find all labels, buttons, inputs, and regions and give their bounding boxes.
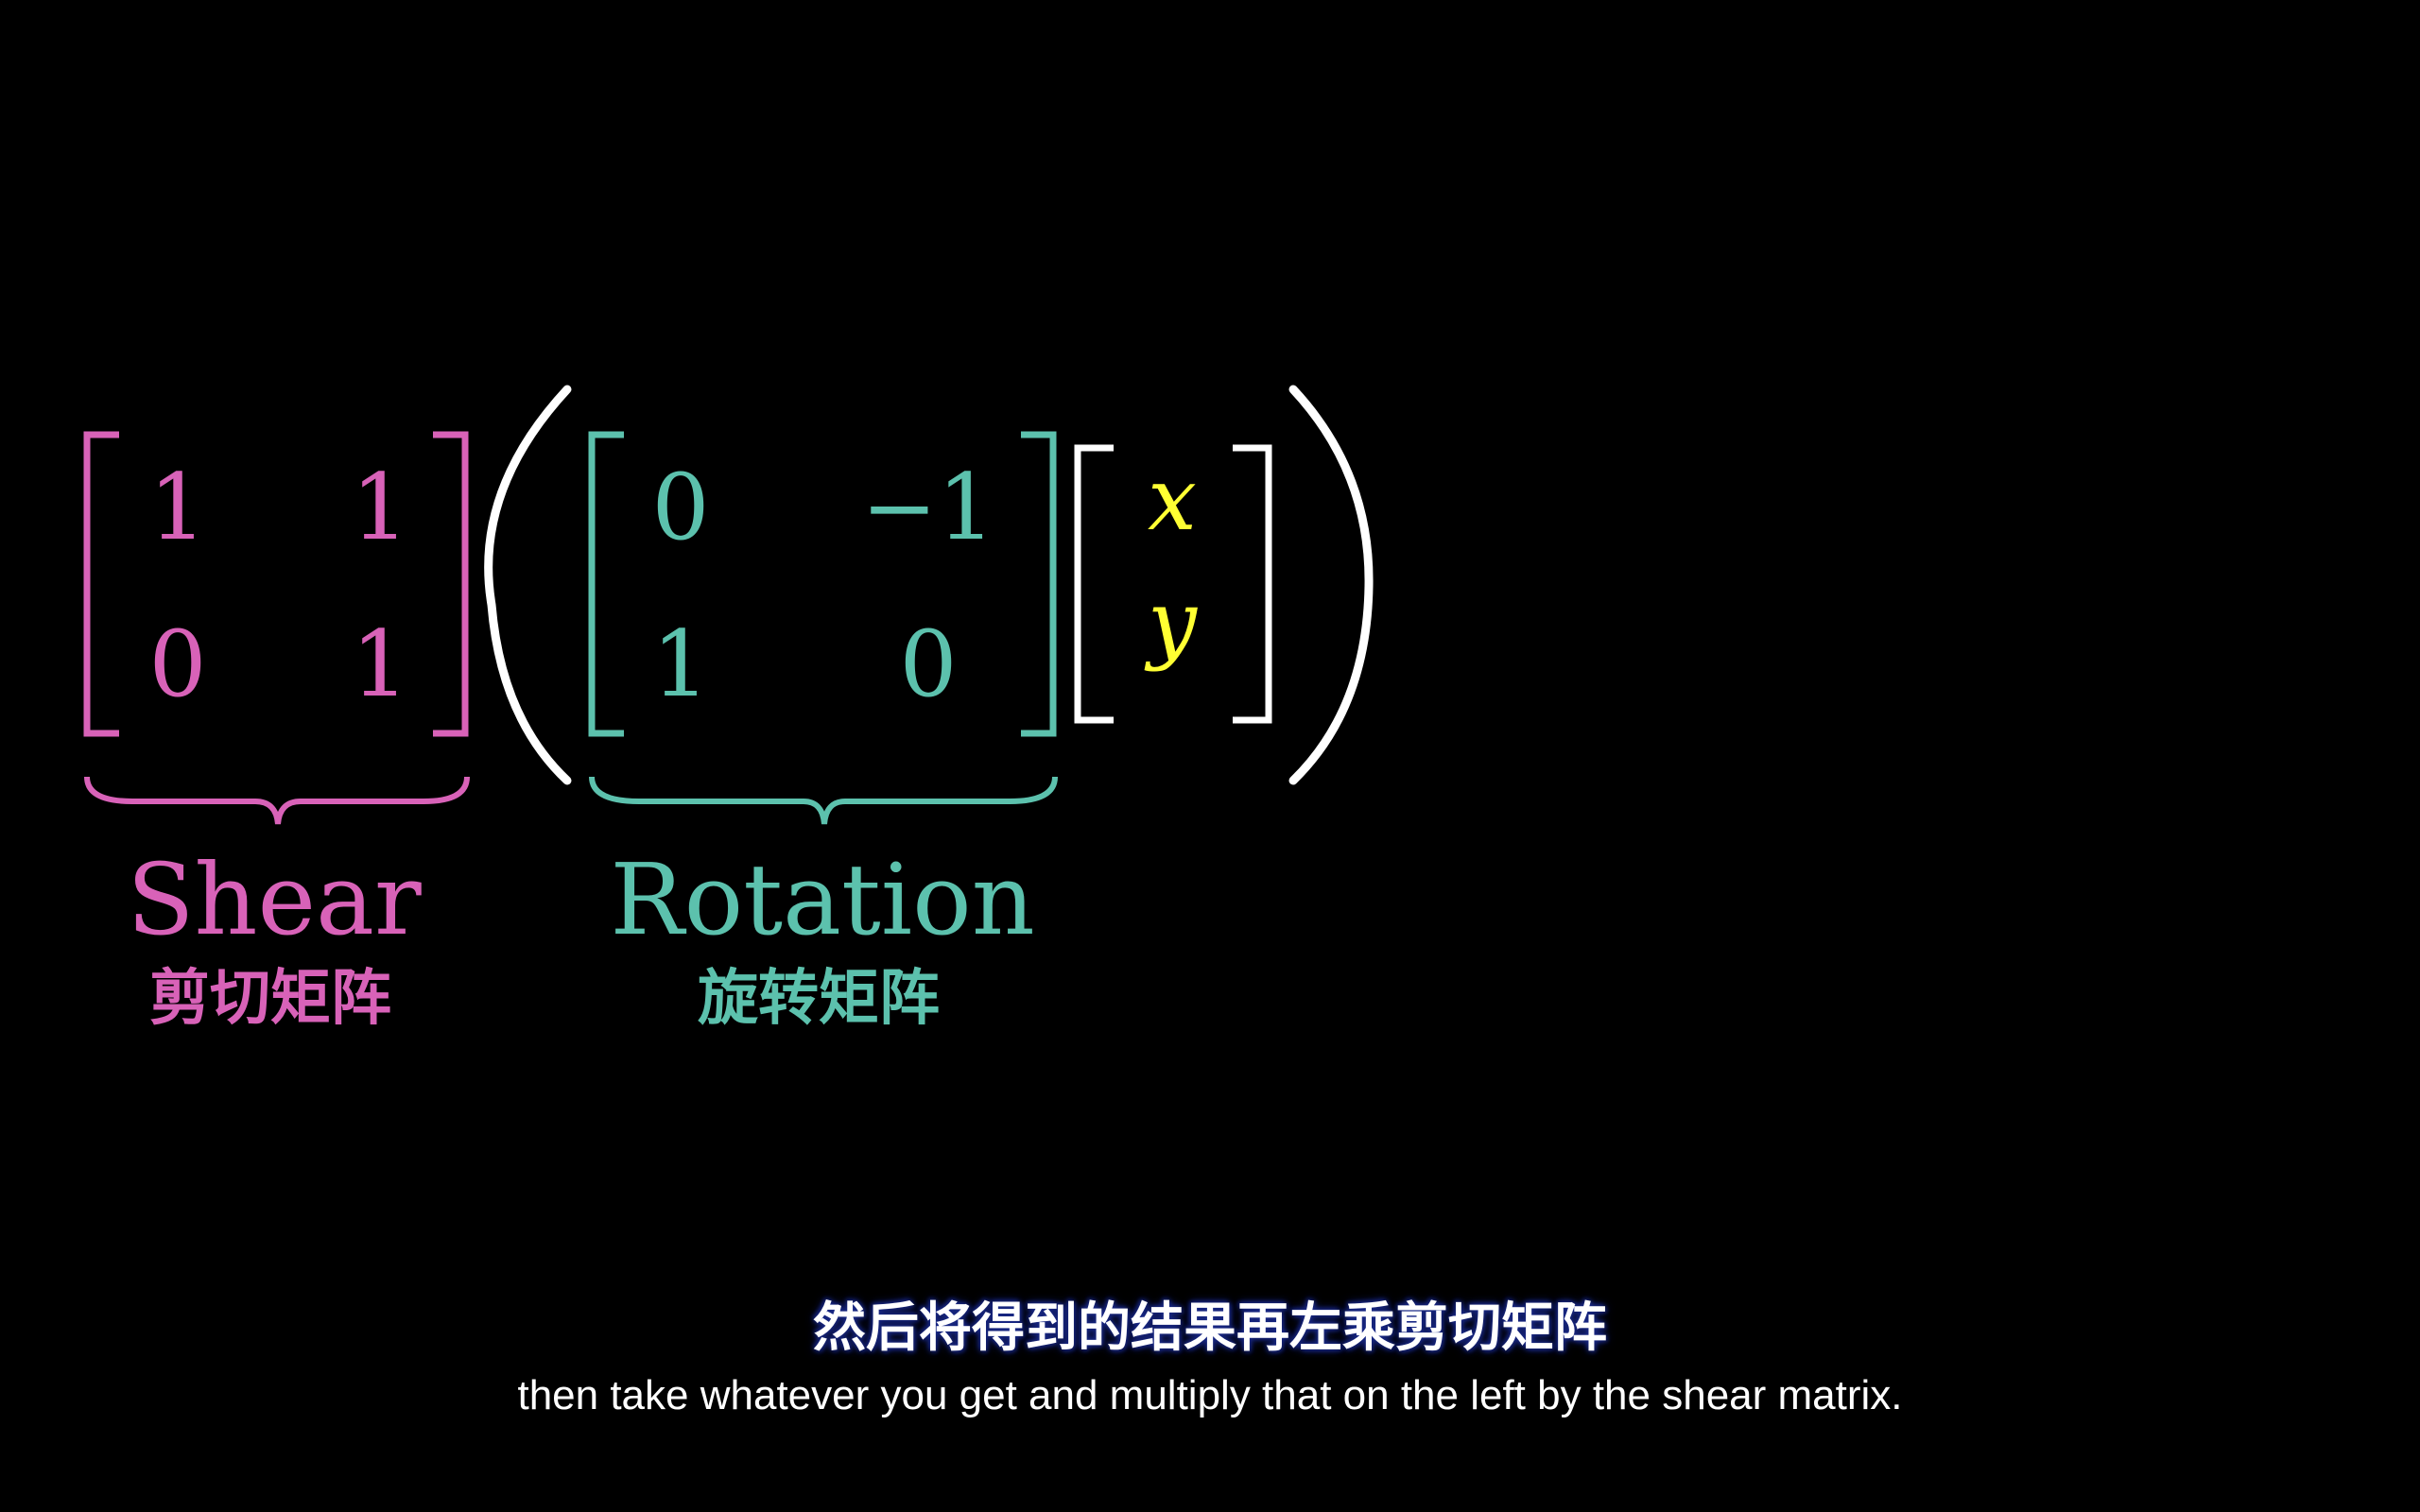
left-parenthesis (484, 385, 572, 785)
rotation-r2c2: 0 (899, 611, 957, 717)
shear-matrix (83, 431, 470, 825)
shear-r1c2: 1 (351, 455, 408, 560)
rotation-brace (589, 776, 1058, 825)
vector-y: y (1144, 572, 1198, 673)
vector-left-bracket (1074, 444, 1114, 724)
rotation-left-bracket (588, 431, 624, 737)
rotation-right-bracket (1021, 431, 1057, 737)
shear-label-zh: 剪切矩阵 (149, 964, 391, 1034)
shear-right-bracket (433, 431, 469, 737)
shear-r2c2: 1 (351, 611, 408, 717)
rotation-label: Rotation (610, 842, 1034, 957)
rotation-r1c2: −1 (861, 455, 995, 560)
rotation-r2c1: 1 (651, 611, 709, 717)
shear-label: Shear (127, 842, 422, 957)
rotation-label-zh: 旋转矩阵 (698, 964, 940, 1034)
shear-left-bracket (83, 431, 119, 737)
subtitle-chinese: 然后将得到的结果再左乘剪切矩阵 (813, 1297, 1607, 1359)
shear-r1c1: 1 (148, 455, 206, 560)
video-frame: 1 1 0 1 Shear 剪切矩阵 0 −1 1 0 Rotation 旋转矩… (0, 0, 2420, 1512)
vector-right-bracket (1233, 444, 1272, 724)
subtitle-english: then take whatever you get and multiply … (517, 1372, 1903, 1418)
rotation-r1c1: 0 (651, 455, 709, 560)
right-parenthesis (1288, 385, 1374, 785)
shear-brace (84, 776, 470, 825)
vector-x: x (1148, 449, 1197, 550)
shear-r2c1: 0 (148, 611, 206, 717)
